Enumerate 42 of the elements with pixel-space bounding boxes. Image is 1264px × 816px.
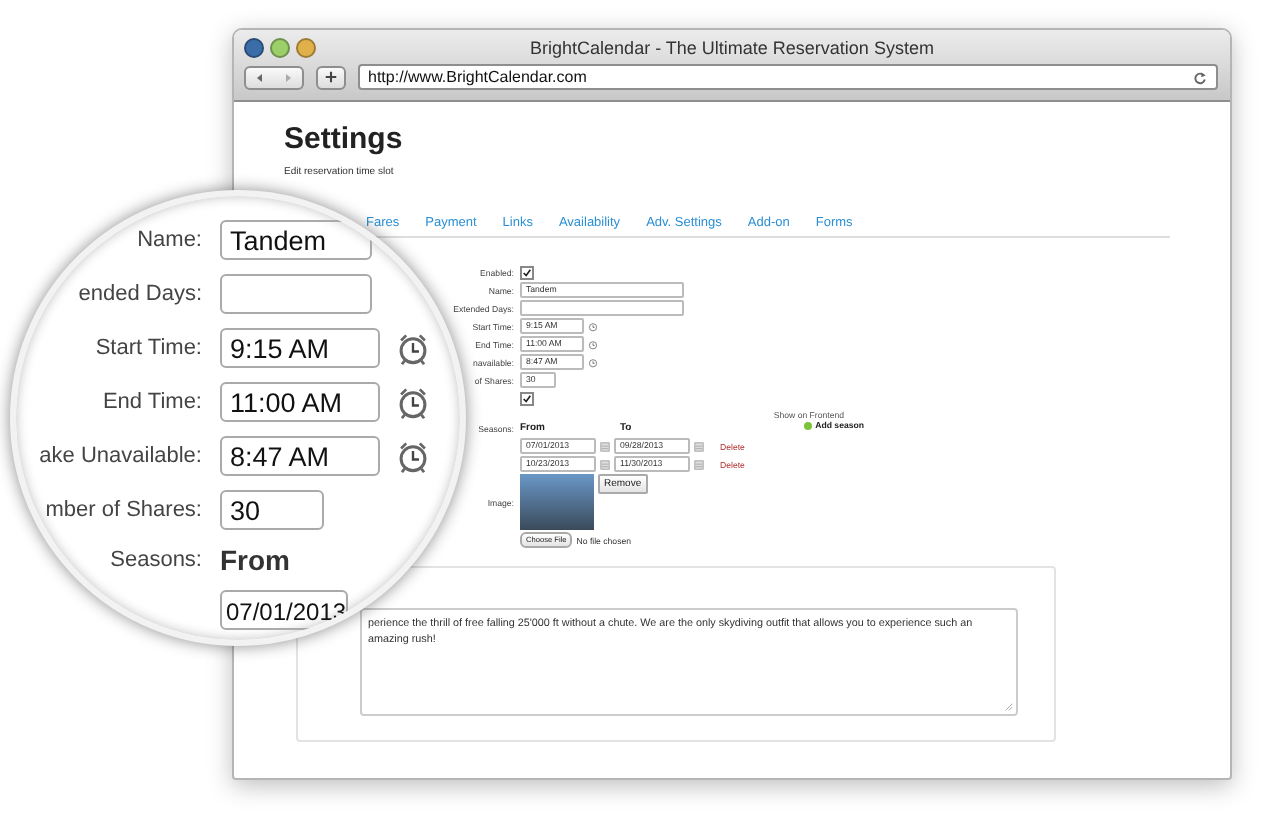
calendar-icon[interactable] <box>694 441 704 451</box>
checkbox[interactable] <box>520 265 534 279</box>
number-field[interactable]: 30 <box>220 490 324 530</box>
time-field[interactable]: 8:47 AM <box>220 436 380 476</box>
minimize-button[interactable] <box>270 37 290 57</box>
calendar-icon[interactable] <box>694 459 704 469</box>
field-label: End Time: <box>100 390 202 414</box>
clock-icon[interactable] <box>588 321 598 331</box>
text-field[interactable] <box>520 300 684 316</box>
page-heading: Settings <box>284 122 405 156</box>
forward-arrow-icon[interactable] <box>282 71 294 83</box>
field-label: Start Time: <box>93 336 202 360</box>
reload-icon[interactable] <box>1192 69 1208 85</box>
calendar-icon[interactable] <box>600 459 610 469</box>
text-field[interactable] <box>220 274 372 314</box>
clock-icon[interactable] <box>588 339 598 349</box>
field-label: Name: <box>135 228 202 252</box>
add-icon[interactable] <box>803 421 812 429</box>
close-button[interactable] <box>244 37 264 57</box>
calendar-icon[interactable] <box>600 441 610 451</box>
back-arrow-icon[interactable] <box>254 71 266 83</box>
column-heading: From <box>220 544 290 576</box>
clock-icon[interactable] <box>396 385 430 419</box>
back-forward-buttons[interactable] <box>244 65 304 89</box>
resize-grip-icon[interactable] <box>1004 702 1014 712</box>
field-label: ended Days: <box>76 282 202 306</box>
plus-icon <box>324 70 338 84</box>
time-field[interactable]: 11:00 AM <box>220 382 380 422</box>
address-field[interactable]: http://www.BrightCalendar.com <box>358 64 1218 90</box>
field-label: mber of Shares: <box>43 498 202 522</box>
date-field[interactable]: 07/01/2013 <box>220 590 348 630</box>
new-tab-button[interactable] <box>316 65 346 89</box>
window-title: BrightCalendar - The Ultimate Reservation System <box>530 37 934 57</box>
field-label: Seasons: <box>108 548 202 572</box>
field-label: ake Unavailable: <box>37 444 202 468</box>
clock-icon[interactable] <box>396 331 430 365</box>
clock-icon[interactable] <box>588 357 598 367</box>
zoom-button[interactable] <box>296 37 316 57</box>
checkbox[interactable] <box>520 391 534 405</box>
clock-icon[interactable] <box>396 439 430 473</box>
photo-placeholder <box>520 474 594 530</box>
time-field[interactable]: 9:15 AM <box>220 328 380 368</box>
